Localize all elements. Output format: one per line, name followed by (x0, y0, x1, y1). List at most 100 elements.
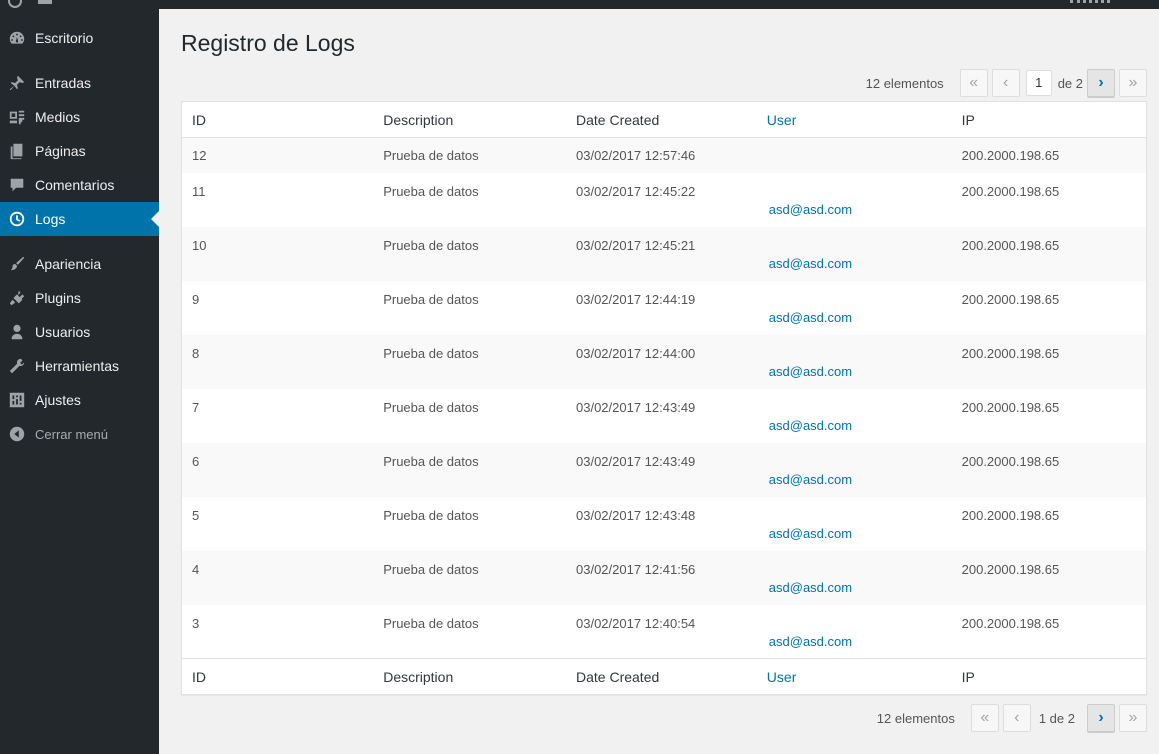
cell-ip: 200.2000.198.65 (961, 615, 1060, 631)
column-footer-user[interactable]: User (756, 658, 952, 695)
items-count: 12 elementos (865, 75, 944, 91)
user-email-link[interactable]: asd@asd.com (767, 335, 942, 379)
pin-icon (7, 73, 27, 93)
cell-description: Prueba de datos (383, 615, 479, 631)
comments-icon (7, 175, 27, 195)
table-row: 5 Prueba de datos 03/02/2017 12:43:48 as… (182, 497, 1147, 551)
column-footer-ip: IP (951, 658, 1147, 695)
sidebar-collapse-menu[interactable]: Cerrar menú (0, 417, 159, 451)
cell-id: 7 (192, 399, 200, 415)
cell-ip: 200.2000.198.65 (961, 148, 1060, 163)
table-row: 11 Prueba de datos 03/02/2017 12:45:22 a… (182, 173, 1147, 227)
sidebar-item-escritorio[interactable]: Escritorio (0, 21, 159, 55)
dashboard-icon (7, 28, 27, 48)
cell-ip: 200.2000.198.65 (961, 345, 1060, 361)
clock-icon (7, 209, 27, 229)
sidebar-item-entradas[interactable]: Entradas (0, 66, 159, 100)
sidebar-item-label: Escritorio (35, 30, 94, 46)
sidebar-item-label: Usuarios (35, 324, 91, 340)
table-row: 4 Prueba de datos 03/02/2017 12:41:56 as… (181, 550, 1147, 605)
current-page-input[interactable]: 1 (1025, 70, 1052, 96)
cell-date: 03/02/2017 12:45:22 (576, 183, 696, 199)
column-header-date-created: Date Created (566, 101, 757, 138)
cell-date: 03/02/2017 12:43:48 (576, 507, 696, 523)
settings-icon (7, 390, 27, 410)
last-page-button: » (1119, 69, 1147, 97)
next-page-button[interactable]: › (1087, 69, 1115, 97)
table-row: 12 Prueba de datos 03/02/2017 12:57:46 2… (181, 137, 1147, 173)
admin-bar-user-icon[interactable] (1070, 0, 1110, 3)
sidebar-item-paginas[interactable]: Páginas (0, 134, 159, 168)
cell-date: 03/02/2017 12:45:21 (576, 237, 696, 253)
page-title: Registro de Logs (181, 30, 355, 56)
cell-date: 03/02/2017 12:44:00 (576, 345, 696, 361)
brush-icon (7, 254, 27, 274)
cell-date: 03/02/2017 12:40:54 (576, 615, 696, 631)
cell-description: Prueba de datos (383, 345, 479, 361)
cell-date: 03/02/2017 12:44:19 (576, 291, 696, 307)
cell-description: Prueba de datos (383, 237, 479, 253)
cell-description: Prueba de datos (383, 507, 479, 523)
table-row: 9 Prueba de datos 03/02/2017 12:44:19 as… (182, 281, 1147, 335)
site-home-icon[interactable] (38, 0, 52, 4)
sidebar-item-ajustes[interactable]: Ajustes (0, 383, 159, 417)
sidebar-item-logs[interactable]: Logs (0, 202, 159, 236)
sidebar-item-label: Herramientas (35, 358, 120, 374)
sidebar-item-label: Ajustes (35, 392, 81, 408)
table-row: 3 Prueba de datos 03/02/2017 12:40:54 as… (182, 605, 1147, 659)
column-header-user[interactable]: User (756, 101, 952, 138)
collapse-icon (7, 424, 27, 444)
sidebar-item-herramientas[interactable]: Herramientas (0, 349, 159, 383)
last-page-button: » (1119, 704, 1147, 732)
user-email-link[interactable]: asd@asd.com (767, 227, 942, 271)
user-email-link[interactable]: asd@asd.com (767, 389, 942, 433)
logs-table: ID Description Date Created User IP 12 P… (181, 101, 1147, 695)
cell-user: asd@asd.com (757, 497, 952, 551)
column-footer-id: ID (181, 658, 374, 695)
sidebar-item-comentarios[interactable]: Comentarios (0, 168, 159, 202)
table-row: 8 Prueba de datos 03/02/2017 12:44:00 as… (181, 334, 1147, 389)
cell-description: Prueba de datos (383, 291, 479, 307)
cell-user (757, 138, 952, 173)
cell-user: asd@asd.com (757, 551, 952, 605)
cell-ip: 200.2000.198.65 (961, 507, 1060, 523)
column-header-id: ID (181, 101, 374, 138)
cell-date: 03/02/2017 12:57:46 (576, 148, 696, 163)
sidebar-item-medios[interactable]: Medios (0, 100, 159, 134)
sidebar-item-label: Entradas (35, 75, 92, 91)
page-of-total-label: 1 de 2 (1038, 710, 1075, 726)
plugin-icon (7, 288, 27, 308)
cell-id: 5 (192, 507, 200, 523)
cell-user: asd@asd.com (757, 443, 952, 497)
user-icon (7, 322, 27, 342)
first-page-button: « (959, 69, 988, 97)
cell-user: asd@asd.com (757, 389, 952, 443)
pages-icon (7, 141, 27, 161)
user-email-link[interactable]: asd@asd.com (767, 497, 942, 541)
cell-id: 8 (192, 345, 200, 361)
cell-user: asd@asd.com (757, 227, 952, 281)
sidebar-item-plugins[interactable]: Plugins (0, 281, 159, 315)
user-email-link[interactable]: asd@asd.com (767, 443, 942, 487)
next-page-button[interactable]: › (1087, 704, 1115, 732)
cell-user: asd@asd.com (757, 605, 952, 659)
user-email-link[interactable]: asd@asd.com (767, 173, 942, 217)
wordpress-logo-icon[interactable] (8, 0, 22, 8)
sidebar-item-usuarios[interactable]: Usuarios (0, 315, 159, 349)
pagination-bottom: 12 elementos « ‹ 1 de 2 › » (877, 704, 1147, 732)
user-email-link[interactable]: asd@asd.com (767, 281, 942, 325)
column-footer-description: Description (373, 658, 566, 695)
table-row: 7 Prueba de datos 03/02/2017 12:43:49 as… (182, 389, 1147, 443)
first-page-button: « (970, 704, 999, 732)
column-footer-date-created: Date Created (566, 658, 757, 695)
prev-page-button: ‹ (991, 69, 1020, 97)
cell-ip: 200.2000.198.65 (961, 453, 1060, 469)
table-footer-row: ID Description Date Created User IP (181, 658, 1147, 695)
cell-description: Prueba de datos (383, 148, 479, 163)
sidebar-item-label: Logs (35, 211, 66, 227)
sidebar-item-apariencia[interactable]: Apariencia (0, 247, 159, 281)
cell-description: Prueba de datos (383, 183, 479, 199)
table-header-row: ID Description Date Created User IP (181, 101, 1147, 138)
user-email-link[interactable]: asd@asd.com (767, 605, 942, 649)
user-email-link[interactable]: asd@asd.com (767, 551, 942, 595)
